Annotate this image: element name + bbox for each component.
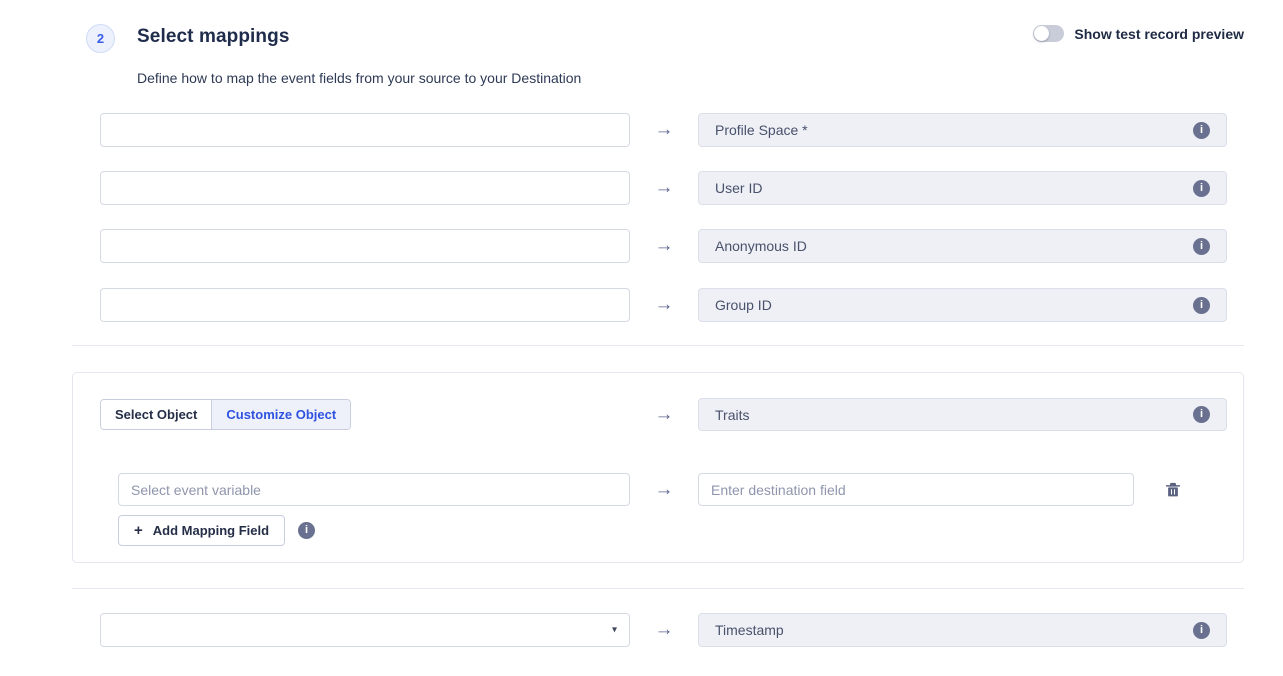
event-variable-input[interactable] — [118, 473, 630, 506]
destination-field-profile-space: Profile Space * i — [698, 113, 1227, 147]
object-mode-tab-group: Select Object Customize Object — [100, 399, 351, 430]
arrow-right-icon: → — [630, 613, 698, 647]
traits-destination-row: → Traits i — [630, 398, 1227, 431]
info-icon[interactable]: i — [1193, 122, 1210, 139]
add-mapping-row: + Add Mapping Field i — [118, 515, 315, 546]
info-icon[interactable]: i — [1193, 238, 1210, 255]
tab-select-object[interactable]: Select Object — [101, 400, 211, 429]
mapping-row-anonymous-id: → Anonymous ID i — [100, 229, 1227, 263]
info-icon[interactable]: i — [1193, 297, 1210, 314]
destination-label: Anonymous ID — [715, 238, 807, 254]
mapping-row-profile-space: → Profile Space * i — [100, 113, 1227, 147]
arrow-right-icon: → — [630, 113, 698, 147]
timestamp-source-select[interactable]: ▾ — [100, 613, 630, 647]
toggle-knob — [1034, 26, 1049, 41]
destination-field-input[interactable] — [698, 473, 1134, 506]
timestamp-source-select-input[interactable] — [100, 613, 630, 647]
delete-mapping-button[interactable] — [1163, 480, 1183, 500]
destination-label: Timestamp — [715, 622, 784, 638]
destination-label: User ID — [715, 180, 762, 196]
page-title: Select mappings — [137, 26, 290, 48]
info-icon[interactable]: i — [1193, 622, 1210, 639]
mapping-row-user-id: → User ID i — [100, 171, 1227, 205]
plus-icon: + — [134, 522, 143, 539]
tab-customize-object[interactable]: Customize Object — [211, 400, 350, 429]
arrow-right-icon: → — [630, 398, 698, 431]
divider — [72, 345, 1244, 346]
destination-label: Profile Space * — [715, 122, 808, 138]
show-test-record-preview-toggle[interactable] — [1033, 25, 1064, 42]
test-record-preview-toggle-group: Show test record preview — [1033, 25, 1244, 42]
source-field-input[interactable] — [100, 113, 630, 147]
source-field-input[interactable] — [100, 288, 630, 322]
custom-mapping-row: → — [118, 473, 1183, 506]
divider — [72, 588, 1244, 589]
page-subtitle: Define how to map the event fields from … — [137, 70, 581, 86]
mapping-row-timestamp: ▾ → Timestamp i — [100, 613, 1227, 647]
info-icon[interactable]: i — [1193, 180, 1210, 197]
destination-field-timestamp: Timestamp i — [698, 613, 1227, 647]
trash-icon — [1164, 481, 1182, 499]
arrow-right-icon: → — [630, 479, 698, 501]
arrow-right-icon: → — [630, 288, 698, 322]
step-number-badge: 2 — [86, 24, 115, 53]
info-icon[interactable]: i — [298, 522, 315, 539]
select-mappings-panel: 2 Select mappings Define how to map the … — [0, 0, 1283, 676]
destination-label: Traits — [715, 407, 749, 423]
add-mapping-field-label: Add Mapping Field — [153, 523, 269, 538]
destination-label: Group ID — [715, 297, 772, 313]
destination-field-user-id: User ID i — [698, 171, 1227, 205]
destination-field-traits: Traits i — [698, 398, 1227, 431]
add-mapping-field-button[interactable]: + Add Mapping Field — [118, 515, 285, 546]
arrow-right-icon: → — [630, 171, 698, 205]
arrow-right-icon: → — [630, 229, 698, 263]
mapping-row-group-id: → Group ID i — [100, 288, 1227, 322]
source-field-input[interactable] — [100, 171, 630, 205]
toggle-label: Show test record preview — [1074, 26, 1244, 42]
destination-field-group-id: Group ID i — [698, 288, 1227, 322]
destination-field-anonymous-id: Anonymous ID i — [698, 229, 1227, 263]
info-icon[interactable]: i — [1193, 406, 1210, 423]
source-field-input[interactable] — [100, 229, 630, 263]
